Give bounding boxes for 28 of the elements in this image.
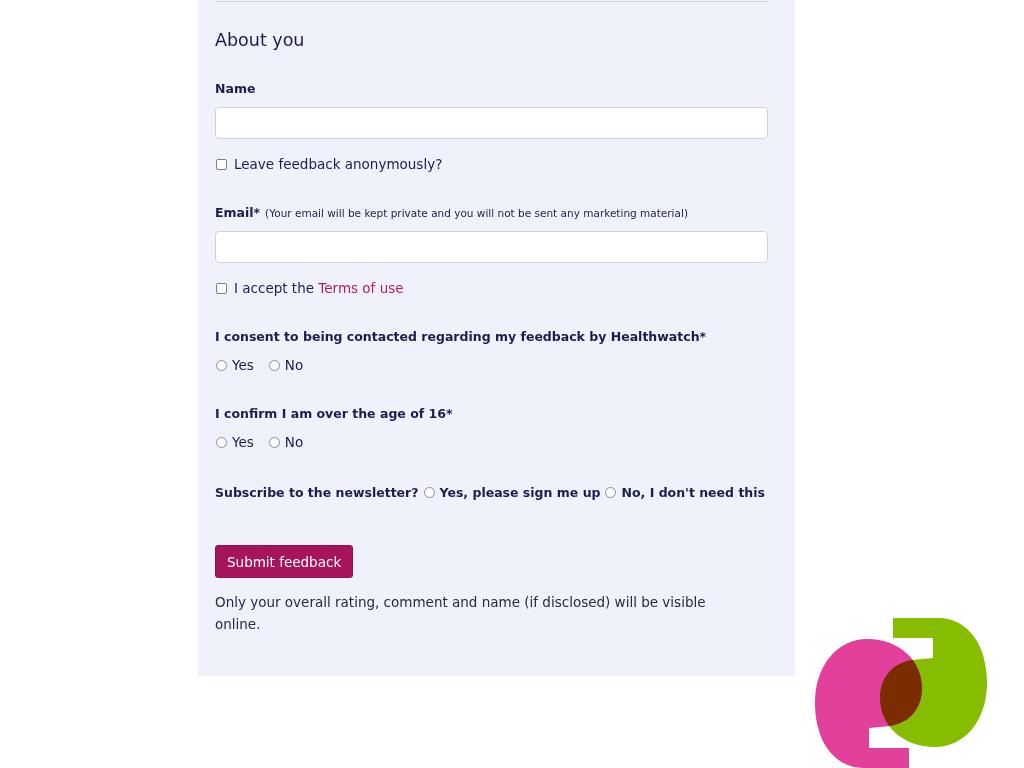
radio-button[interactable] xyxy=(605,486,617,498)
radio-button[interactable] xyxy=(268,436,280,448)
checkbox[interactable] xyxy=(216,282,227,294)
checkbox[interactable] xyxy=(216,158,227,170)
input-field[interactable] xyxy=(215,107,768,139)
radio-button[interactable] xyxy=(216,436,227,448)
radio-label: No, I don't need this xyxy=(621,484,765,500)
field-label: Email* xyxy=(215,204,261,222)
question-label: Subscribe to the newsletter? xyxy=(215,484,419,500)
radio-button[interactable] xyxy=(268,359,280,371)
radio-label: No xyxy=(284,357,304,373)
radio-button[interactable] xyxy=(216,359,227,371)
privacy-note: Only your overall rating, comment and name (if disclosed) will be visible online. xyxy=(215,593,707,634)
radio-label: Yes, please sign me up xyxy=(439,484,601,500)
question-label: I consent to being contacted regarding my feedback by Healthwatch* xyxy=(215,328,708,346)
checkbox-label: I accept the Terms of use xyxy=(234,280,404,296)
question-label: I confirm I am over the age of 16* xyxy=(215,405,454,423)
terms-link[interactable]: Terms of use xyxy=(318,280,404,296)
submit-button[interactable]: Submit feedback xyxy=(215,545,354,578)
field-note: (Your email will be kept private and you will not be sent any marketing material) xyxy=(265,206,688,221)
section-heading: About you xyxy=(215,29,306,52)
radio-button[interactable] xyxy=(423,486,435,498)
radio-label: Yes xyxy=(232,357,254,373)
radio-label: No xyxy=(284,434,304,450)
field-label: Name xyxy=(215,80,256,98)
input-field[interactable] xyxy=(215,231,768,263)
radio-label: Yes xyxy=(232,434,254,450)
checkbox-label: Leave feedback anonymously? xyxy=(234,156,443,172)
